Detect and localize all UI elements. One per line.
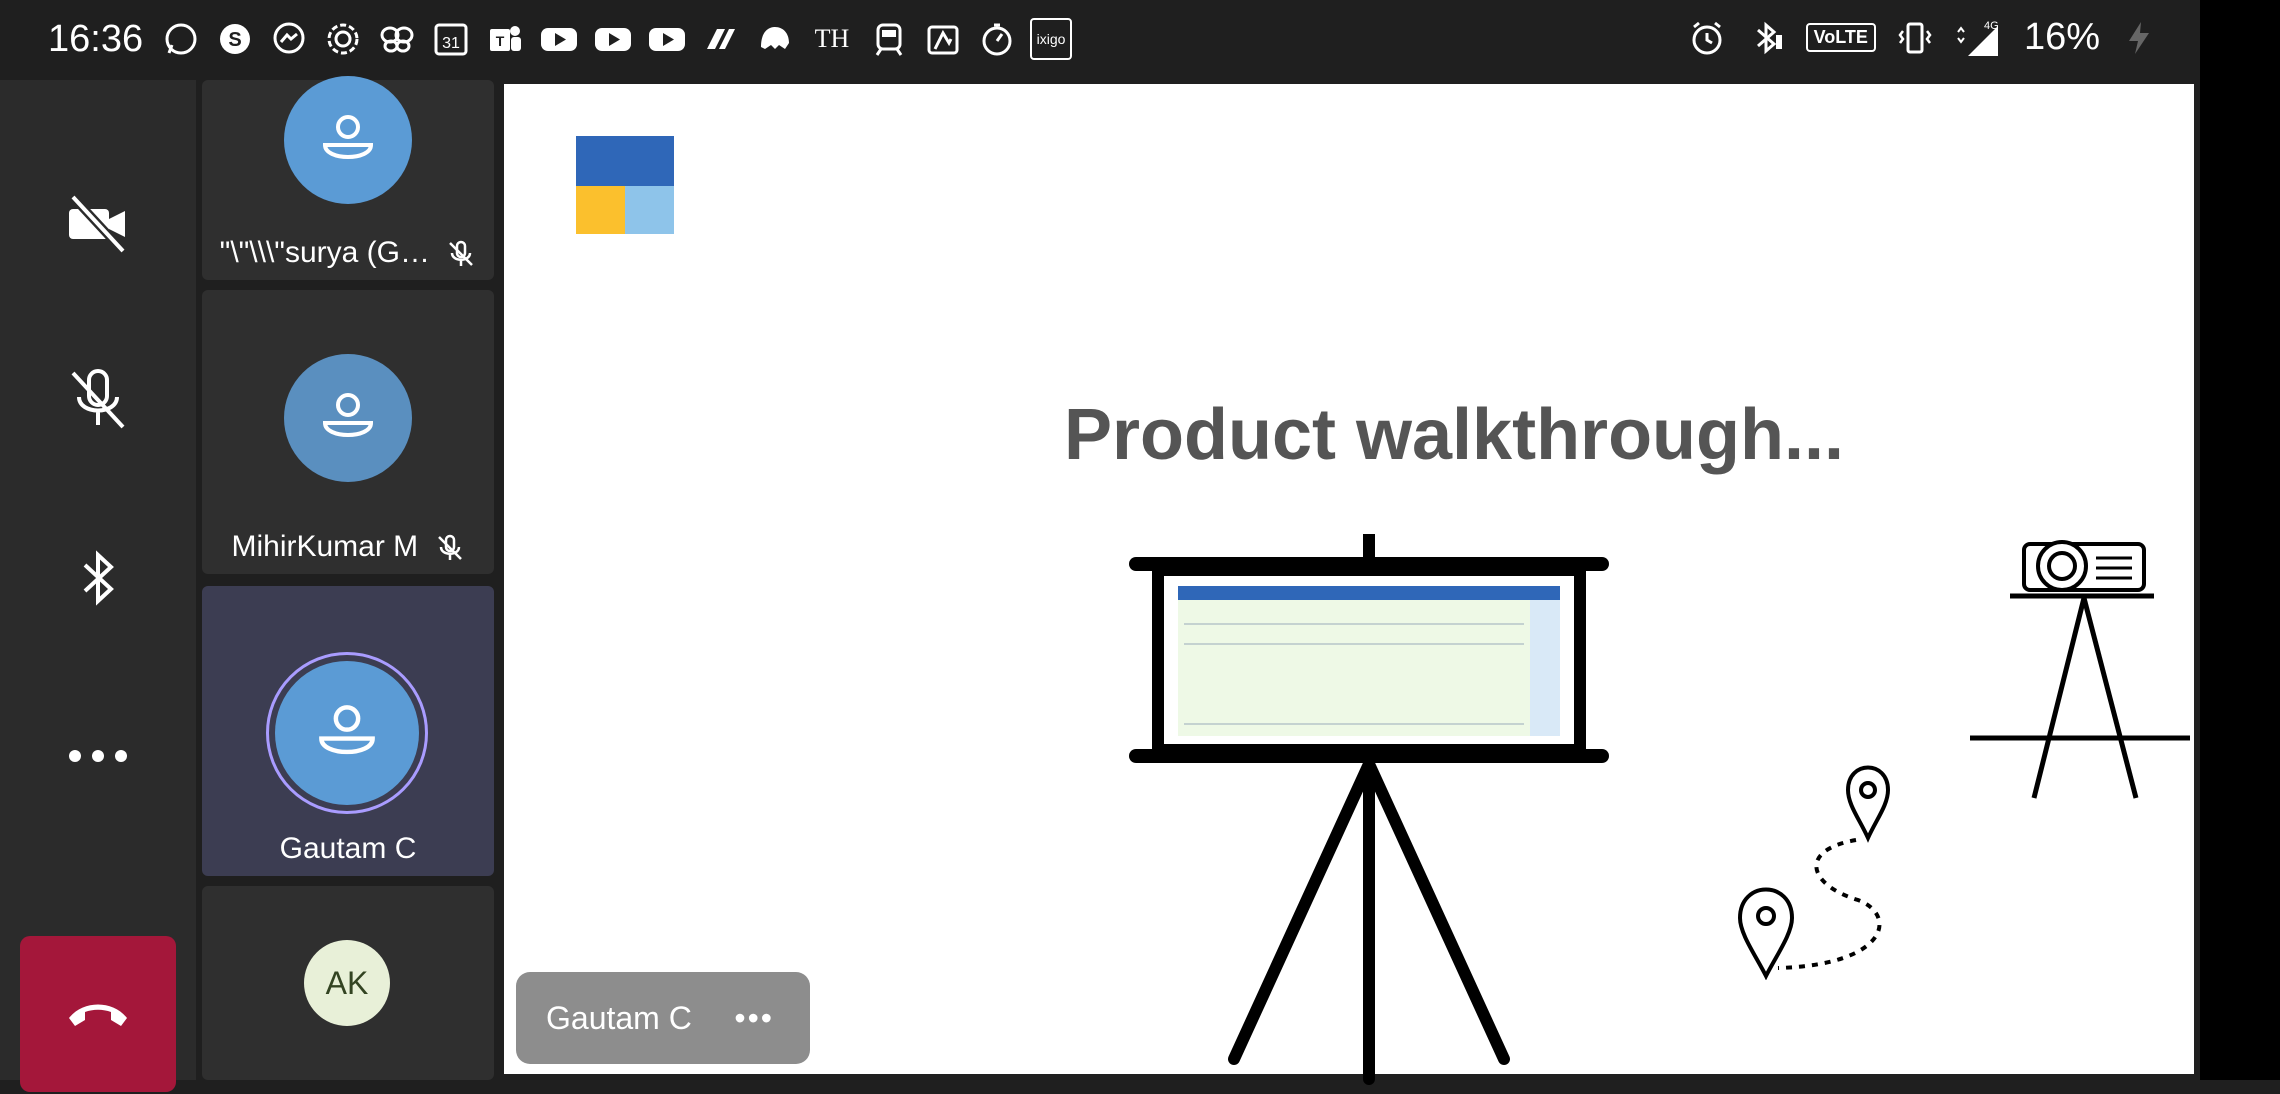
butterfly-icon xyxy=(376,18,418,60)
mic-toggle-button[interactable] xyxy=(48,350,148,450)
status-bar: 16:36 S 31 T TH ixigo VoLTE 4G 16% xyxy=(0,0,2200,80)
projector-icon xyxy=(1970,540,2190,799)
youtube-icon xyxy=(592,18,634,60)
mic-off-icon xyxy=(71,369,125,429)
participant-list: "\"\\\"surya (G… MihirKumar M Gautam C A… xyxy=(202,76,494,1080)
participant-name-row: MihirKumar M xyxy=(202,530,494,564)
more-options-button[interactable] xyxy=(48,706,148,806)
more-icon xyxy=(69,750,127,762)
shared-screen: Product walkthrough... xyxy=(504,84,2194,1085)
app-icon xyxy=(700,18,742,60)
camera-toggle-button[interactable] xyxy=(48,174,148,274)
mic-off-icon xyxy=(437,534,462,561)
ixigo-icon: ixigo xyxy=(1030,18,1072,60)
person-icon xyxy=(319,705,375,755)
participant-tile[interactable]: AK xyxy=(202,886,494,1080)
participant-tile-active[interactable]: Gautam C xyxy=(202,586,494,876)
th-icon: TH xyxy=(814,24,850,53)
teams-icon: T xyxy=(484,18,526,60)
presentation-board-icon xyxy=(1129,534,1609,1085)
hang-up-icon xyxy=(69,1004,127,1026)
participant-tile[interactable]: "\"\\\"surya (G… xyxy=(202,76,494,280)
avatar xyxy=(284,354,412,482)
participant-name-row: "\"\\\"surya (G… xyxy=(202,236,494,270)
notification-icons: S 31 T TH ixigo xyxy=(160,18,1072,60)
avatar xyxy=(284,76,412,204)
timer-icon xyxy=(976,18,1018,60)
svg-text:S: S xyxy=(228,29,241,51)
participant-name: MihirKumar M xyxy=(231,530,419,563)
system-status-icons: VoLTE 4G 16% xyxy=(1686,16,2160,59)
svg-text:4G: 4G xyxy=(1984,20,1999,32)
participant-name: "\"\\\"surya (G… xyxy=(219,236,430,269)
svg-text:31: 31 xyxy=(442,35,460,52)
whatsapp-icon xyxy=(160,18,202,60)
slide-title: Product walkthrough... xyxy=(1064,395,1845,475)
screen-edge xyxy=(2200,0,2280,1080)
more-icon[interactable]: ••• xyxy=(734,1000,774,1037)
volte-icon: VoLTE xyxy=(1805,23,1876,52)
bluetooth-icon xyxy=(83,550,114,606)
app-icon xyxy=(922,18,964,60)
app-icon xyxy=(754,18,796,60)
camera-off-icon xyxy=(69,193,127,255)
person-icon xyxy=(322,393,374,437)
audio-device-button[interactable] xyxy=(48,528,148,628)
avatar xyxy=(275,661,419,805)
person-icon xyxy=(322,115,374,159)
youtube-icon xyxy=(646,18,688,60)
calendar-icon: 31 xyxy=(430,18,472,60)
skype-icon: S xyxy=(214,18,256,60)
svg-text:T: T xyxy=(496,33,505,49)
presenter-name: Gautam C xyxy=(546,999,692,1036)
presenter-name-chip[interactable]: Gautam C ••• xyxy=(516,972,810,1064)
participant-tile[interactable]: MihirKumar M xyxy=(202,290,494,574)
alarm-icon xyxy=(1686,17,1728,59)
signal-app-icon xyxy=(322,18,364,60)
clock: 16:36 xyxy=(48,18,144,60)
initials-avatar: AK xyxy=(304,940,390,1026)
active-speaker-ring xyxy=(266,652,428,814)
charging-icon xyxy=(2118,17,2160,59)
company-logo xyxy=(576,136,674,234)
messenger-icon xyxy=(268,18,310,60)
battery-percentage: 16% xyxy=(2023,16,2100,58)
mic-off-icon xyxy=(449,240,474,267)
route-map-icon xyxy=(1738,765,1891,980)
participant-name: Gautam C xyxy=(279,832,417,865)
call-controls xyxy=(0,80,196,1092)
train-icon xyxy=(868,18,910,60)
signal-icon: 4G xyxy=(1954,17,2006,59)
youtube-icon xyxy=(538,18,580,60)
hang-up-button[interactable] xyxy=(20,936,176,1092)
vibrate-icon xyxy=(1894,17,1936,59)
bluetooth-icon xyxy=(1746,17,1788,59)
